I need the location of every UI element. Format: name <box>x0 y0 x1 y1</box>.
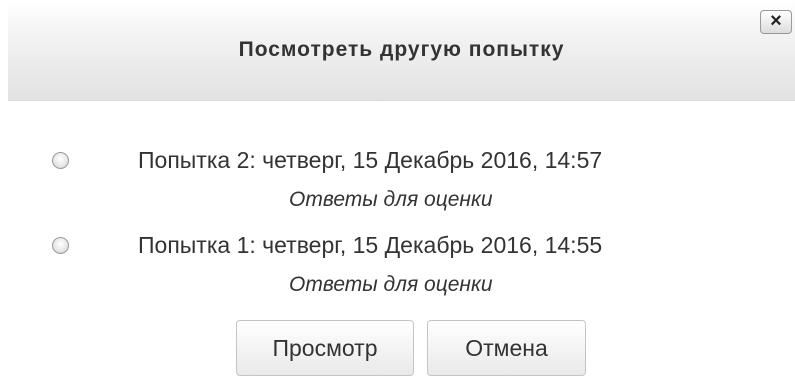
attempt-subtitle: Ответы для оценки <box>289 273 493 296</box>
choose-attempt-dialog: Посмотреть другую попытку × Попытка 2: ч… <box>0 0 795 376</box>
close-button[interactable]: × <box>760 10 792 34</box>
attempt-title: Попытка 2: четверг, 15 Декабрь 2016, 14:… <box>138 147 603 173</box>
dialog-header: Посмотреть другую попытку <box>8 0 795 101</box>
dialog-title: Посмотреть другую попытку <box>238 38 565 61</box>
attempt-option[interactable]: Попытка 2: четверг, 15 Декабрь 2016, 14:… <box>0 140 795 220</box>
attempt-radio[interactable] <box>52 237 69 254</box>
attempt-title: Попытка 1: четверг, 15 Декабрь 2016, 14:… <box>138 232 603 258</box>
attempt-radio[interactable] <box>52 152 69 169</box>
cancel-button[interactable]: Отмена <box>427 320 586 376</box>
attempt-option[interactable]: Попытка 1: четверг, 15 Декабрь 2016, 14:… <box>0 225 795 305</box>
attempt-subtitle: Ответы для оценки <box>289 188 493 211</box>
view-button[interactable]: Просмотр <box>236 320 414 376</box>
